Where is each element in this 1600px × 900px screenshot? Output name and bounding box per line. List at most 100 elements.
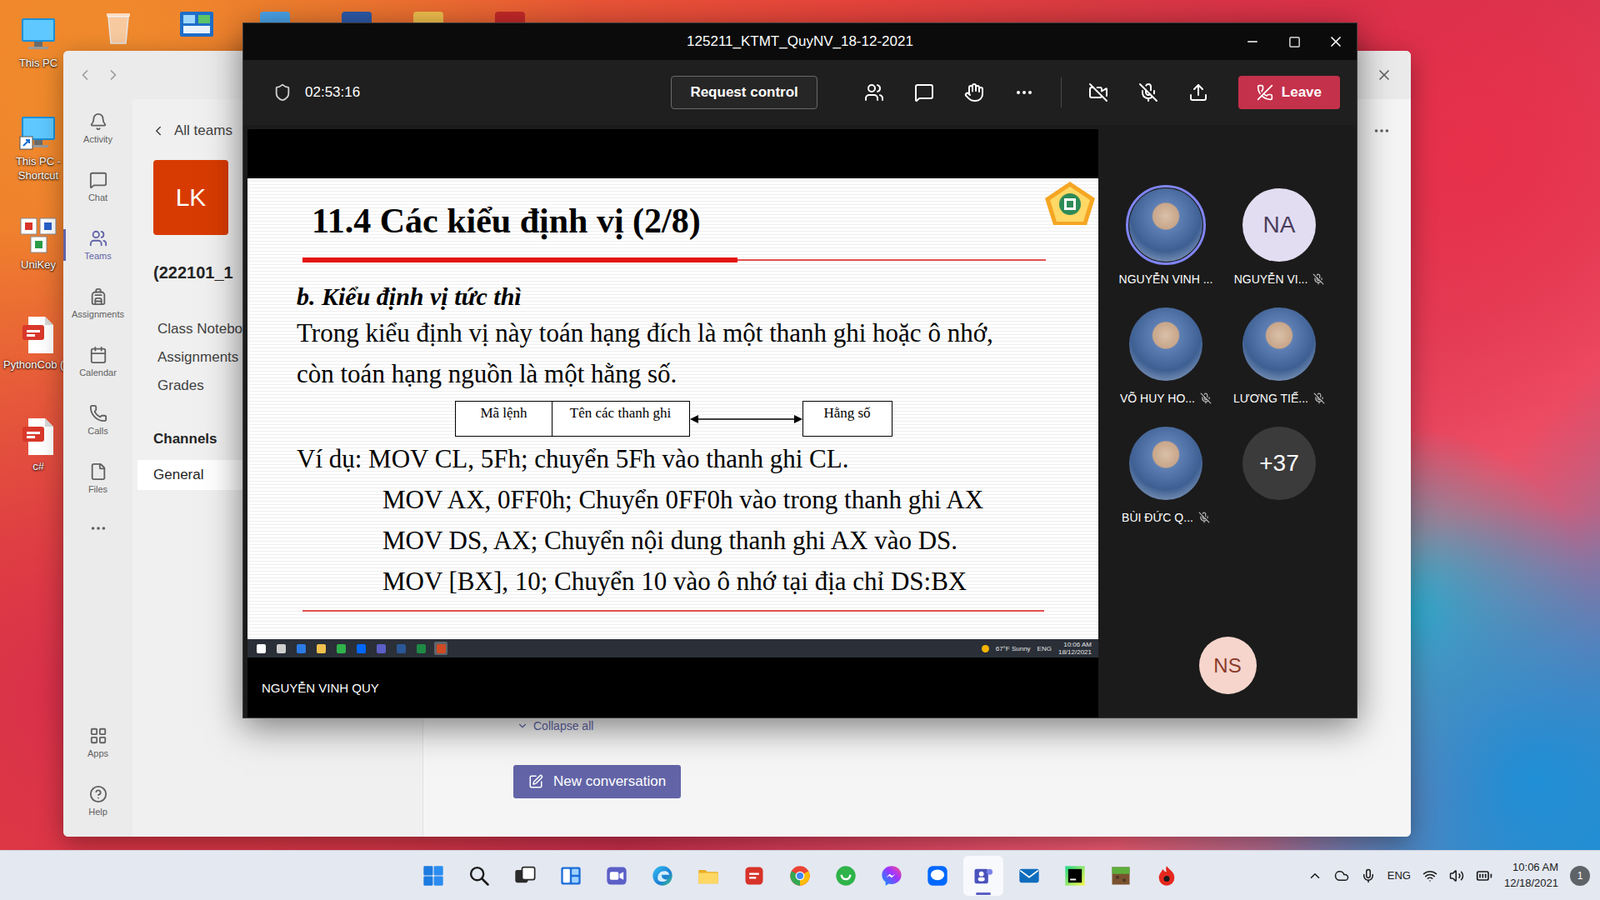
reactions-button[interactable]: [954, 72, 995, 113]
people-icon: [864, 82, 885, 103]
participants-button[interactable]: [854, 72, 895, 113]
more-button[interactable]: [1004, 72, 1045, 113]
mic-off-icon: [1198, 511, 1210, 524]
taskbar-app[interactable]: [780, 855, 820, 896]
forward-arrow-icon[interactable]: [105, 66, 122, 84]
control-panel-icon[interactable]: [176, 6, 217, 47]
chat-button[interactable]: [904, 72, 945, 113]
bottom-rule: [302, 610, 1045, 612]
instruction-diagram: Mã lệnhTên các thanh ghiHằng số: [455, 400, 1099, 437]
taskbar-app[interactable]: [688, 855, 729, 896]
taskbar-app[interactable]: [550, 855, 591, 896]
rail-item[interactable]: Teams: [63, 215, 133, 275]
avatar-ring: [1125, 185, 1206, 265]
taskbar-app[interactable]: [459, 855, 500, 896]
request-control-button[interactable]: Request control: [670, 75, 817, 110]
chevron-down-icon: [516, 720, 529, 732]
taskbar-app[interactable]: [1100, 855, 1141, 896]
leave-button[interactable]: Leave: [1238, 75, 1340, 110]
taskbar-app[interactable]: [1009, 855, 1050, 896]
mail-icon: [1017, 864, 1041, 888]
notification-badge[interactable]: 1: [1570, 865, 1590, 886]
widgets-icon: [559, 864, 583, 888]
shared-taskbar-app: [274, 641, 288, 655]
close-button[interactable]: [1315, 23, 1357, 60]
rail-item[interactable]: Activity: [63, 99, 133, 158]
wps-office-icon: [742, 864, 766, 888]
meeting-title: 125211_KTMT_QuyNV_18-12-2021: [686, 33, 914, 50]
chat-icon: [89, 170, 108, 190]
desktop-icon[interactable]: [161, 6, 232, 47]
taskbar-app[interactable]: [825, 855, 866, 896]
wifi-icon[interactable]: [1422, 868, 1438, 884]
chevron-up-icon[interactable]: [1307, 868, 1323, 884]
rail-item[interactable]: Help: [63, 771, 133, 830]
unikey-icon: [18, 215, 59, 255]
weather-icon: [981, 645, 990, 653]
example-line: MOV DS, AX; Chuyển nội dung thanh ghi AX…: [247, 520, 1099, 561]
mic-button[interactable]: [1128, 72, 1169, 113]
hand-icon: [964, 82, 985, 103]
mic-off-icon: [1313, 392, 1325, 405]
battery-icon[interactable]: [1475, 867, 1493, 885]
participant-tile[interactable]: +37: [1225, 423, 1334, 525]
back-arrow-icon[interactable]: [76, 66, 94, 84]
volume-icon[interactable]: [1449, 868, 1465, 884]
participant-tile[interactable]: VÕ HUY HO...: [1111, 304, 1220, 406]
mic-icon[interactable]: [1360, 868, 1376, 884]
clock[interactable]: 10:06 AM12/18/2021: [1504, 860, 1559, 890]
participant-name: NGUYỄN VINH ...: [1119, 271, 1214, 287]
maximize-button[interactable]: [1273, 23, 1315, 60]
active-indicator: [975, 892, 991, 895]
collapse-all[interactable]: Collapse all: [423, 719, 1411, 733]
new-conversation-button[interactable]: New conversation: [513, 765, 681, 799]
taskbar-app[interactable]: [1055, 855, 1095, 896]
rail-item[interactable]: Apps: [63, 713, 133, 772]
rail-item[interactable]: Calls: [63, 390, 133, 450]
taskbar-app[interactable]: [505, 855, 545, 896]
taskbar-app[interactable]: [413, 855, 454, 896]
rail-item[interactable]: Assignments: [63, 274, 133, 333]
participant-tile[interactable]: NGUYỄN VINH ...: [1111, 185, 1220, 287]
participant-tile[interactable]: BÙI ĐỨC Q...: [1111, 423, 1220, 525]
taskbar-app[interactable]: [917, 855, 958, 896]
taskbar-app[interactable]: [963, 855, 1004, 896]
cloud-icon[interactable]: [1334, 868, 1350, 884]
taskbar-app[interactable]: [596, 855, 637, 896]
slide-paragraph-line: Trong kiểu định vị này toán hạng đích là…: [247, 312, 1099, 354]
rail-item[interactable]: Chat: [63, 157, 133, 216]
minimize-button[interactable]: [1231, 23, 1274, 60]
presenter-name: NGUYỄN VINH QUY: [247, 657, 1099, 718]
share-button[interactable]: [1178, 72, 1219, 113]
desktop-icon-label: c#: [32, 460, 45, 475]
title-rule: [302, 257, 1046, 263]
taskbar-app[interactable]: [1146, 855, 1187, 896]
taskbar-app[interactable]: [871, 855, 912, 896]
close-icon[interactable]: [1375, 66, 1393, 84]
garena-icon: [1155, 864, 1179, 888]
rail-item[interactable]: Calendar: [63, 332, 133, 391]
desktop-icon[interactable]: [83, 6, 154, 47]
bell-icon: [89, 112, 108, 131]
rail-item[interactable]: Files: [63, 449, 133, 508]
participant-tile[interactable]: LƯƠNG TIẾ...: [1225, 304, 1334, 406]
language-indicator[interactable]: ENG: [1387, 869, 1411, 882]
file-icon: [89, 462, 108, 481]
participant-initials[interactable]: NS: [1199, 636, 1257, 695]
shared-taskbar-app: [314, 641, 328, 655]
taskbar-app[interactable]: [734, 855, 775, 896]
search-icon: [467, 864, 491, 888]
task-view-icon: [513, 864, 537, 888]
participant-tile[interactable]: NANGUYỄN VI...: [1225, 185, 1334, 287]
team-avatar: LK: [153, 160, 229, 235]
help-icon: [89, 785, 108, 804]
taskbar-app[interactable]: [642, 855, 683, 896]
chat-icon: [914, 82, 935, 103]
edge-icon: [650, 864, 675, 888]
more-participants[interactable]: +37: [1242, 426, 1316, 500]
rail-more[interactable]: [63, 507, 133, 550]
more-icon[interactable]: [1372, 121, 1391, 140]
minecraft-icon: [1109, 864, 1133, 888]
recycle-bin-icon[interactable]: [98, 6, 139, 47]
camera-button[interactable]: [1078, 72, 1119, 113]
